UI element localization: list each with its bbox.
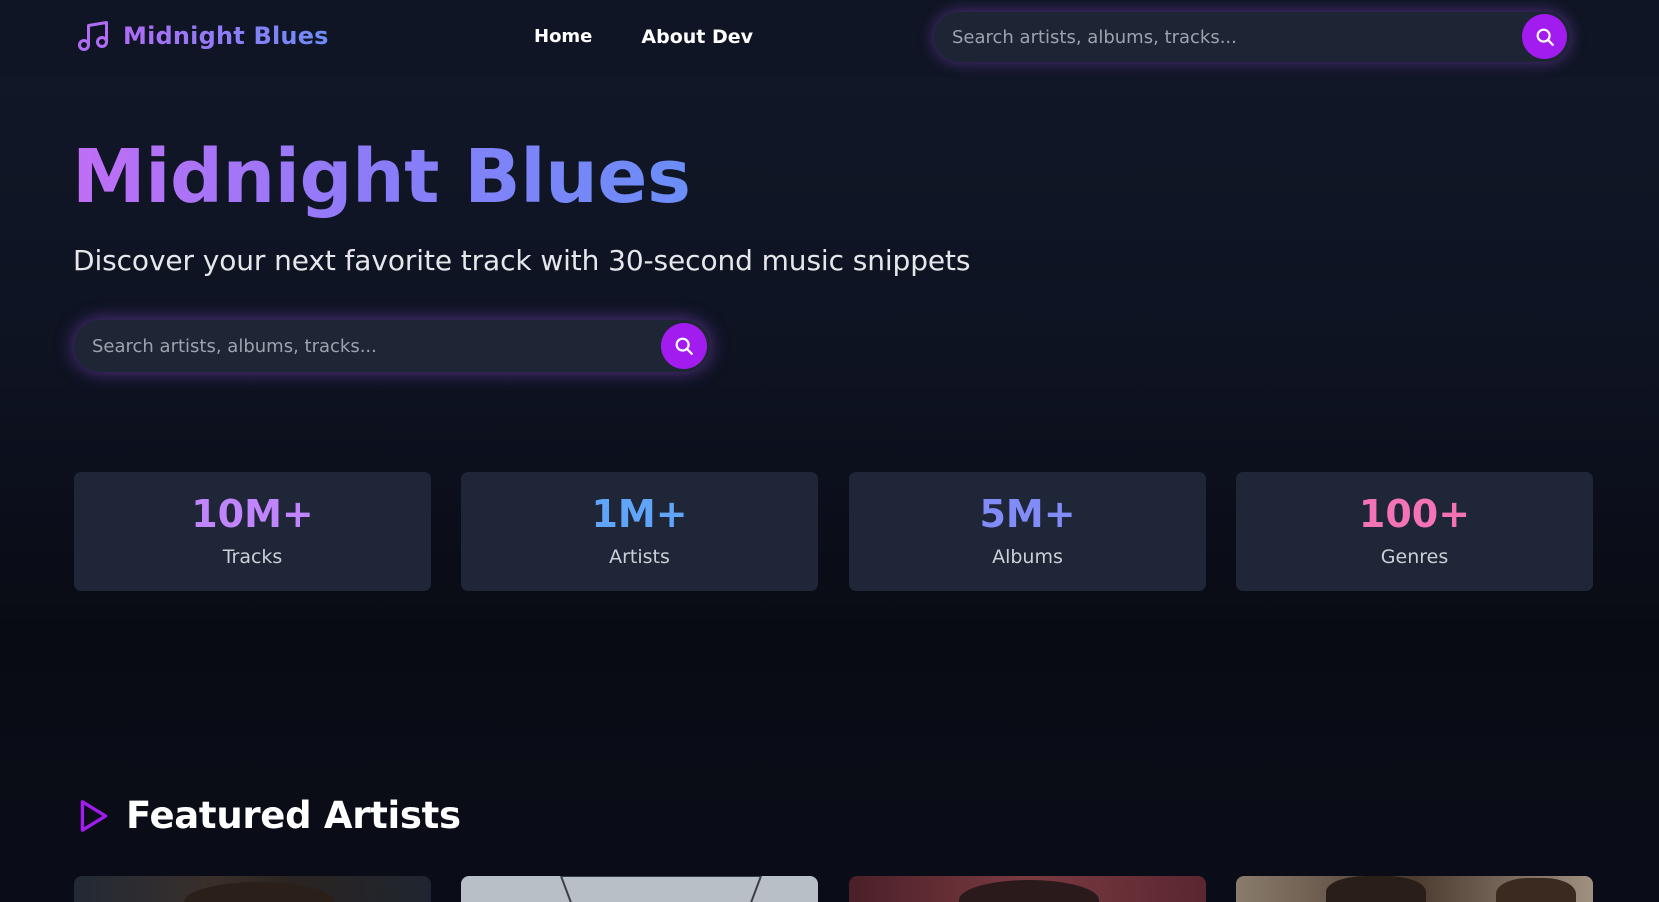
stat-label: Artists [609,545,670,568]
brand-logo[interactable]: Midnight Blues [75,18,329,54]
stat-card-tracks: 10M+ Tracks [74,472,431,591]
artist-image [560,876,762,902]
stat-value: 5M+ [979,492,1076,536]
hero-search-input[interactable] [92,320,648,372]
stat-card-albums: 5M+ Albums [849,472,1206,591]
stat-label: Genres [1380,545,1449,568]
search-icon [1536,28,1554,46]
featured-artists-title: Featured Artists [126,794,461,837]
stat-label: Tracks [222,545,283,568]
featured-artists-heading: Featured Artists [78,794,461,837]
search-icon [675,337,693,355]
artist-image [1326,876,1426,902]
nav-search-button[interactable] [1522,14,1567,59]
stat-value: 1M+ [591,492,688,536]
nav-link-about-dev[interactable]: About Dev [641,26,753,48]
nav-links: Home About Dev [534,26,753,48]
nav-link-home[interactable]: Home [534,26,592,48]
navbar: Midnight Blues Home About Dev [0,0,1659,76]
artist-image [184,882,334,902]
hero-subtitle: Discover your next favorite track with 3… [73,244,971,277]
stat-card-artists: 1M+ Artists [461,472,818,591]
nav-search-bar [934,12,1570,62]
hero-search-button[interactable] [661,323,707,369]
artist-image-secondary [1496,878,1576,902]
stats-section: 10M+ Tracks 1M+ Artists 5M+ Albums 100+ … [74,472,1594,591]
nav-search-input[interactable] [952,12,1508,62]
brand-name: Midnight Blues [123,22,329,50]
play-icon [80,799,108,832]
stat-label: Albums [992,545,1063,568]
stat-value: 10M+ [191,492,314,536]
artist-card[interactable] [74,876,431,902]
stat-value: 100+ [1358,492,1471,536]
hero-title: Midnight Blues [72,140,691,220]
artist-card[interactable] [849,876,1206,902]
artist-card[interactable] [461,876,818,902]
artist-image [959,880,1099,902]
artist-card[interactable] [1236,876,1593,902]
hero-search-bar [74,320,710,372]
music-note-icon [78,21,108,51]
stat-card-genres: 100+ Genres [1236,472,1593,591]
